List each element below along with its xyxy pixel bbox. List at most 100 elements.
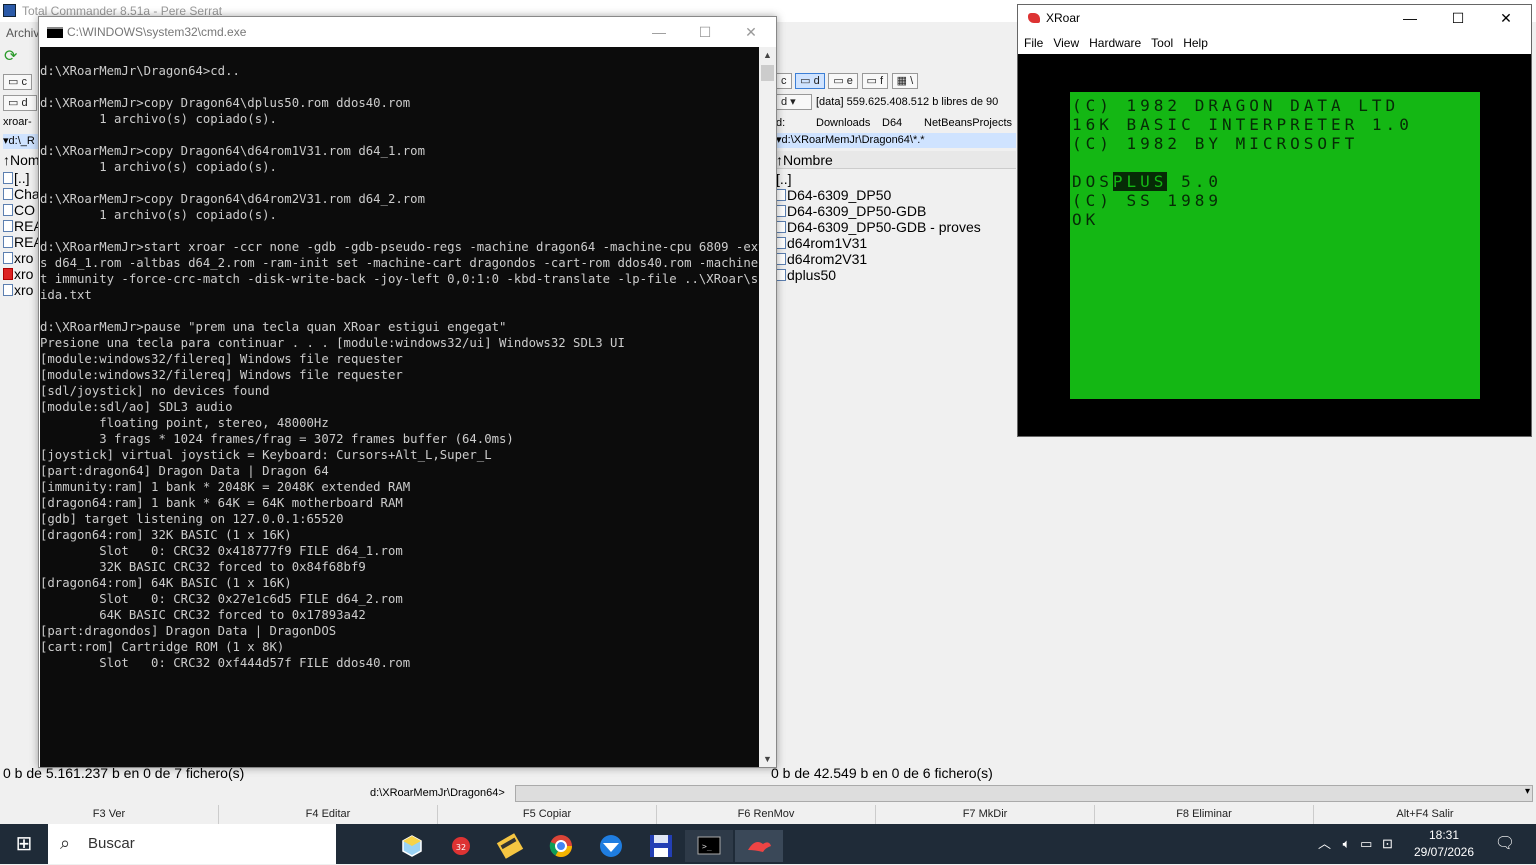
refresh-icon[interactable]: ⟳ bbox=[4, 48, 22, 66]
scroll-down-icon[interactable]: ▼ bbox=[759, 751, 776, 767]
menu-view[interactable]: View bbox=[1053, 36, 1079, 50]
right-drive-f[interactable]: ▭ f bbox=[861, 73, 889, 89]
minimize-icon[interactable]: — bbox=[1387, 5, 1433, 32]
menu-hardware[interactable]: Hardware bbox=[1089, 36, 1141, 50]
console-line: 1 archivo(s) copiado(s). bbox=[40, 208, 277, 222]
xroar-title-bar[interactable]: XRoar — ☐ ✕ bbox=[1018, 5, 1531, 32]
tab-d64[interactable]: D64 bbox=[882, 115, 924, 131]
dragon32-icon[interactable]: 32 bbox=[437, 830, 485, 862]
app-cube-icon[interactable] bbox=[388, 830, 436, 862]
console-icon bbox=[47, 27, 63, 38]
left-file-list: [..] Cha CO REA REA xro xro xro bbox=[3, 170, 39, 298]
thunderbird-icon[interactable] bbox=[586, 830, 634, 862]
list-item[interactable]: xro bbox=[3, 282, 39, 298]
scroll-up-icon[interactable]: ▲ bbox=[759, 47, 776, 63]
maximize-icon[interactable]: ☐ bbox=[1435, 5, 1481, 32]
minimize-icon[interactable]: — bbox=[636, 17, 682, 47]
system-tray: ︿ 🔈︎ ▭ ⊡ bbox=[1318, 824, 1393, 864]
list-item[interactable]: D64-6309_DP50 bbox=[776, 187, 1016, 203]
list-item[interactable]: REA bbox=[3, 234, 39, 250]
list-item[interactable]: xro bbox=[3, 266, 39, 282]
console-line: ida.txt bbox=[40, 288, 92, 302]
left-drive-select[interactable]: ▭ d bbox=[3, 95, 37, 111]
right-drive-c[interactable]: c bbox=[776, 73, 792, 89]
chevron-down-icon[interactable]: ▾ bbox=[1525, 786, 1530, 797]
right-drive-e[interactable]: ▭ e bbox=[828, 73, 858, 89]
console-output[interactable]: d:\XRoarMemJr\Dragon64>cd.. d:\XRoarMemJ… bbox=[40, 47, 759, 767]
right-drive-d[interactable]: ▭ d bbox=[795, 73, 825, 89]
list-item[interactable]: D64-6309_DP50-GDB bbox=[776, 203, 1016, 219]
close-icon[interactable]: ✕ bbox=[728, 17, 774, 47]
cmd-title: C:\WINDOWS\system32\cmd.exe bbox=[67, 25, 247, 39]
list-item[interactable]: d64rom2V31 bbox=[776, 251, 1016, 267]
notification-icon[interactable]: 🗨︎ bbox=[1490, 824, 1520, 864]
console-line: [module:sdl/ao] SDL3 audio bbox=[40, 400, 233, 414]
list-item[interactable]: [..] bbox=[776, 171, 1016, 187]
menu-help[interactable]: Help bbox=[1183, 36, 1208, 50]
search-icon: ⌕ bbox=[60, 833, 71, 853]
console-line: Slot 0: CRC32 0xf444d57f FILE ddos40.rom bbox=[40, 656, 411, 670]
search-box[interactable]: ⌕ Buscar bbox=[48, 824, 336, 864]
floppy-icon[interactable] bbox=[636, 830, 684, 862]
xroar-taskbar-icon[interactable] bbox=[735, 830, 783, 862]
emulator-screen[interactable]: (C) 1982 DRAGON DATA LTD 16K BASIC INTER… bbox=[1070, 92, 1480, 399]
start-button[interactable]: ⊞ bbox=[0, 824, 48, 864]
menu-tool[interactable]: Tool bbox=[1151, 36, 1173, 50]
scrollbar-thumb[interactable] bbox=[761, 65, 774, 81]
f3-view-button[interactable]: F3 Ver bbox=[0, 805, 219, 824]
list-item[interactable]: dplus50 bbox=[776, 267, 1016, 283]
cmd-taskbar-icon[interactable]: >_ bbox=[685, 830, 733, 862]
list-item[interactable]: CO bbox=[3, 202, 39, 218]
left-drive-c[interactable]: ▭ c bbox=[3, 74, 32, 90]
alt-f4-exit-button[interactable]: Alt+F4 Salir bbox=[1314, 805, 1536, 824]
f4-edit-button[interactable]: F4 Editar bbox=[219, 805, 438, 824]
clock[interactable]: 18:31 29/07/2026 bbox=[1404, 827, 1484, 861]
command-line-input[interactable]: ▾ bbox=[515, 785, 1533, 802]
left-tab[interactable]: xroar- bbox=[3, 114, 32, 130]
screen-line: OK bbox=[1072, 210, 1100, 229]
screen-line bbox=[1072, 153, 1480, 172]
cmd-title-bar[interactable]: C:\WINDOWS\system32\cmd.exe — ☐ ✕ bbox=[39, 17, 776, 47]
list-item[interactable]: D64-6309_DP50-GDB - proves bbox=[776, 219, 1016, 235]
vertical-scrollbar[interactable]: ▲ ▼ bbox=[759, 47, 776, 767]
console-line: Presione una tecla para continuar . . . … bbox=[40, 336, 625, 350]
list-item[interactable]: [..] bbox=[3, 170, 39, 186]
console-line: d:\XRoarMemJr>pause "prem una tecla quan… bbox=[40, 320, 507, 334]
console-line: 32K BASIC CRC32 forced to 0x84f68bf9 bbox=[40, 560, 366, 574]
command-prompt-label: d:\XRoarMemJr\Dragon64> bbox=[370, 787, 505, 799]
f5-copy-button[interactable]: F5 Copiar bbox=[438, 805, 657, 824]
inverse-text: PLUS bbox=[1112, 172, 1168, 191]
tab-d[interactable]: d: bbox=[776, 115, 816, 131]
list-item[interactable]: d64rom1V31 bbox=[776, 235, 1016, 251]
f8-delete-button[interactable]: F8 Eliminar bbox=[1095, 805, 1314, 824]
list-item[interactable]: xro bbox=[3, 250, 39, 266]
battery-icon[interactable]: ▭ bbox=[1360, 836, 1372, 851]
left-path: ▾d:\_R bbox=[3, 134, 39, 149]
close-icon[interactable]: ✕ bbox=[1483, 5, 1529, 32]
tab-netbeansprojects[interactable]: NetBeansProjects bbox=[924, 117, 1012, 129]
chrome-icon[interactable] bbox=[536, 830, 584, 862]
f7-mkdir-button[interactable]: F7 MkDir bbox=[876, 805, 1095, 824]
menu-file[interactable]: File bbox=[1024, 36, 1043, 50]
tc-menu-archivo[interactable]: Archiv bbox=[0, 22, 40, 44]
left-column-header[interactable]: ↑Nom bbox=[3, 152, 40, 168]
f6-renmov-button[interactable]: F6 RenMov bbox=[657, 805, 876, 824]
svg-text:32: 32 bbox=[456, 843, 466, 852]
console-line: floating point, stereo, 48000Hz bbox=[40, 416, 329, 430]
chevron-up-icon[interactable]: ︿ bbox=[1318, 836, 1331, 851]
total-commander-icon[interactable] bbox=[486, 830, 534, 862]
network-icon[interactable]: ⊡ bbox=[1382, 836, 1393, 851]
right-column-header[interactable]: ↑Nombre bbox=[776, 151, 1016, 169]
tab-downloads[interactable]: Downloads bbox=[816, 115, 882, 131]
console-line: [dragon64:rom] 64K BASIC (1 x 16K) bbox=[40, 576, 292, 590]
list-item[interactable]: REA bbox=[3, 218, 39, 234]
volume-icon[interactable]: 🔈︎ bbox=[1343, 836, 1351, 851]
right-drive-select[interactable]: d ▾ bbox=[776, 94, 812, 110]
clock-time: 18:31 bbox=[1428, 828, 1460, 842]
right-drive-net[interactable]: ▦ \ bbox=[891, 73, 919, 89]
maximize-icon[interactable]: ☐ bbox=[682, 17, 728, 47]
list-item[interactable]: Cha bbox=[3, 186, 39, 202]
xroar-window: XRoar — ☐ ✕ File View Hardware Tool Help (C)… bbox=[1017, 4, 1532, 437]
